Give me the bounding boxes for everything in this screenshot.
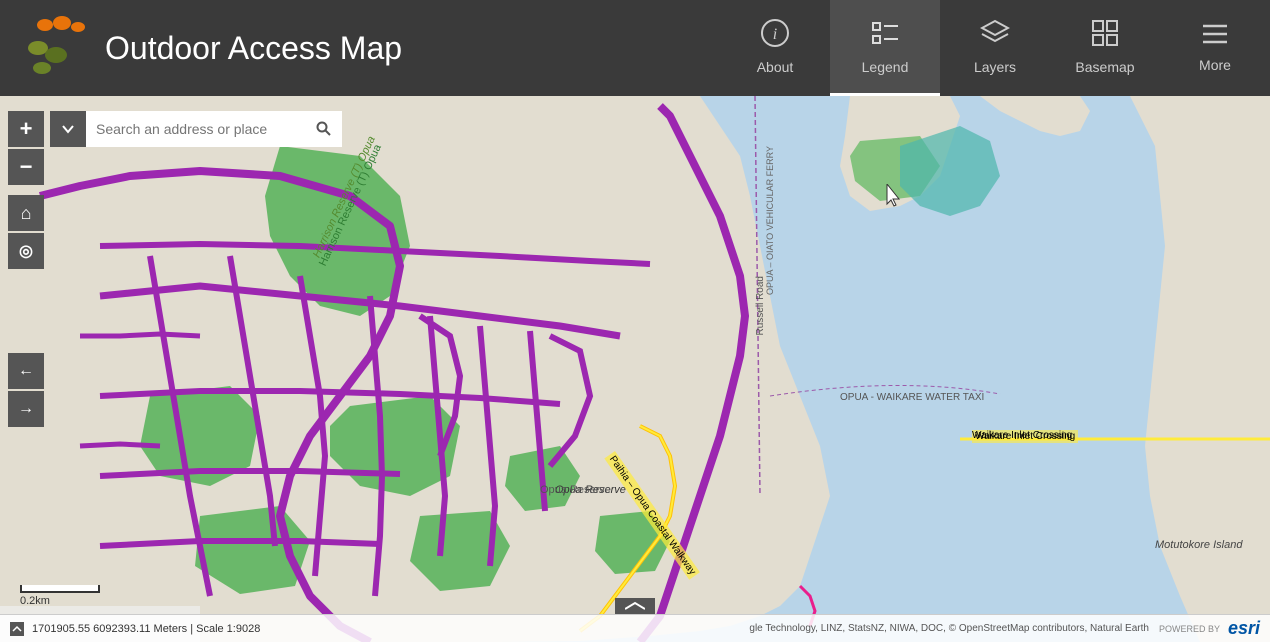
search-submit-button[interactable] <box>306 111 342 147</box>
nav-item-more[interactable]: More <box>1160 0 1270 96</box>
nav-item-layers[interactable]: Layers <box>940 0 1050 96</box>
map-controls: + − ⌂ ◎ ← → <box>8 111 44 427</box>
scale-bar: 0.2km <box>20 585 100 607</box>
home-button[interactable]: ⌂ <box>8 195 44 231</box>
about-icon: i <box>760 18 790 55</box>
nav-label-about: About <box>757 59 794 75</box>
layers-icon <box>980 18 1010 55</box>
attribution-text: gle Technology, LINZ, StatsNZ, NIWA, DOC… <box>749 623 1149 634</box>
map-background <box>0 96 1270 642</box>
search-bar <box>50 111 342 147</box>
svg-text:i: i <box>773 26 777 43</box>
more-icon <box>1200 21 1230 53</box>
scale-label: 0.2km <box>20 595 100 607</box>
zoom-in-button[interactable]: + <box>8 111 44 147</box>
nav-label-legend: Legend <box>862 59 909 75</box>
expand-icon <box>10 622 24 636</box>
coordinates-display: 1701905.55 6092393.11 Meters | Scale 1:9… <box>32 623 749 635</box>
header: Outdoor Access Map i About <box>0 0 1270 96</box>
nav-item-legend[interactable]: Legend <box>830 0 940 96</box>
search-input[interactable] <box>86 111 306 147</box>
esri-badge: POWERED BY esri <box>1159 618 1260 639</box>
expand-button[interactable] <box>615 598 655 614</box>
zoom-out-button[interactable]: − <box>8 149 44 185</box>
nav-area: i About Legend <box>720 0 1270 96</box>
map-container[interactable]: + − ⌂ ◎ ← → Harrison Reserve (T) Opua Ha… <box>0 96 1270 642</box>
bottom-bar: 1701905.55 6092393.11 Meters | Scale 1:9… <box>0 614 1270 642</box>
nav-label-more: More <box>1199 57 1231 73</box>
legend-icon <box>868 18 902 55</box>
esri-logo-text: esri <box>1228 618 1260 639</box>
basemap-icon <box>1090 18 1120 55</box>
search-icon <box>316 121 332 137</box>
search-dropdown-button[interactable] <box>50 111 86 147</box>
nav-item-about[interactable]: i About <box>720 0 830 96</box>
powered-by-text: POWERED BY <box>1159 624 1220 634</box>
back-button[interactable]: ← <box>8 353 44 389</box>
app-title: Outdoor Access Map <box>105 30 402 67</box>
forward-button[interactable]: → <box>8 391 44 427</box>
nav-item-basemap[interactable]: Basemap <box>1050 0 1160 96</box>
nav-label-layers: Layers <box>974 59 1016 75</box>
app-logo <box>20 13 90 83</box>
logo-area: Outdoor Access Map <box>0 13 402 83</box>
locate-button[interactable]: ◎ <box>8 233 44 269</box>
chevron-down-icon <box>61 122 75 136</box>
nav-label-basemap: Basemap <box>1075 59 1134 75</box>
